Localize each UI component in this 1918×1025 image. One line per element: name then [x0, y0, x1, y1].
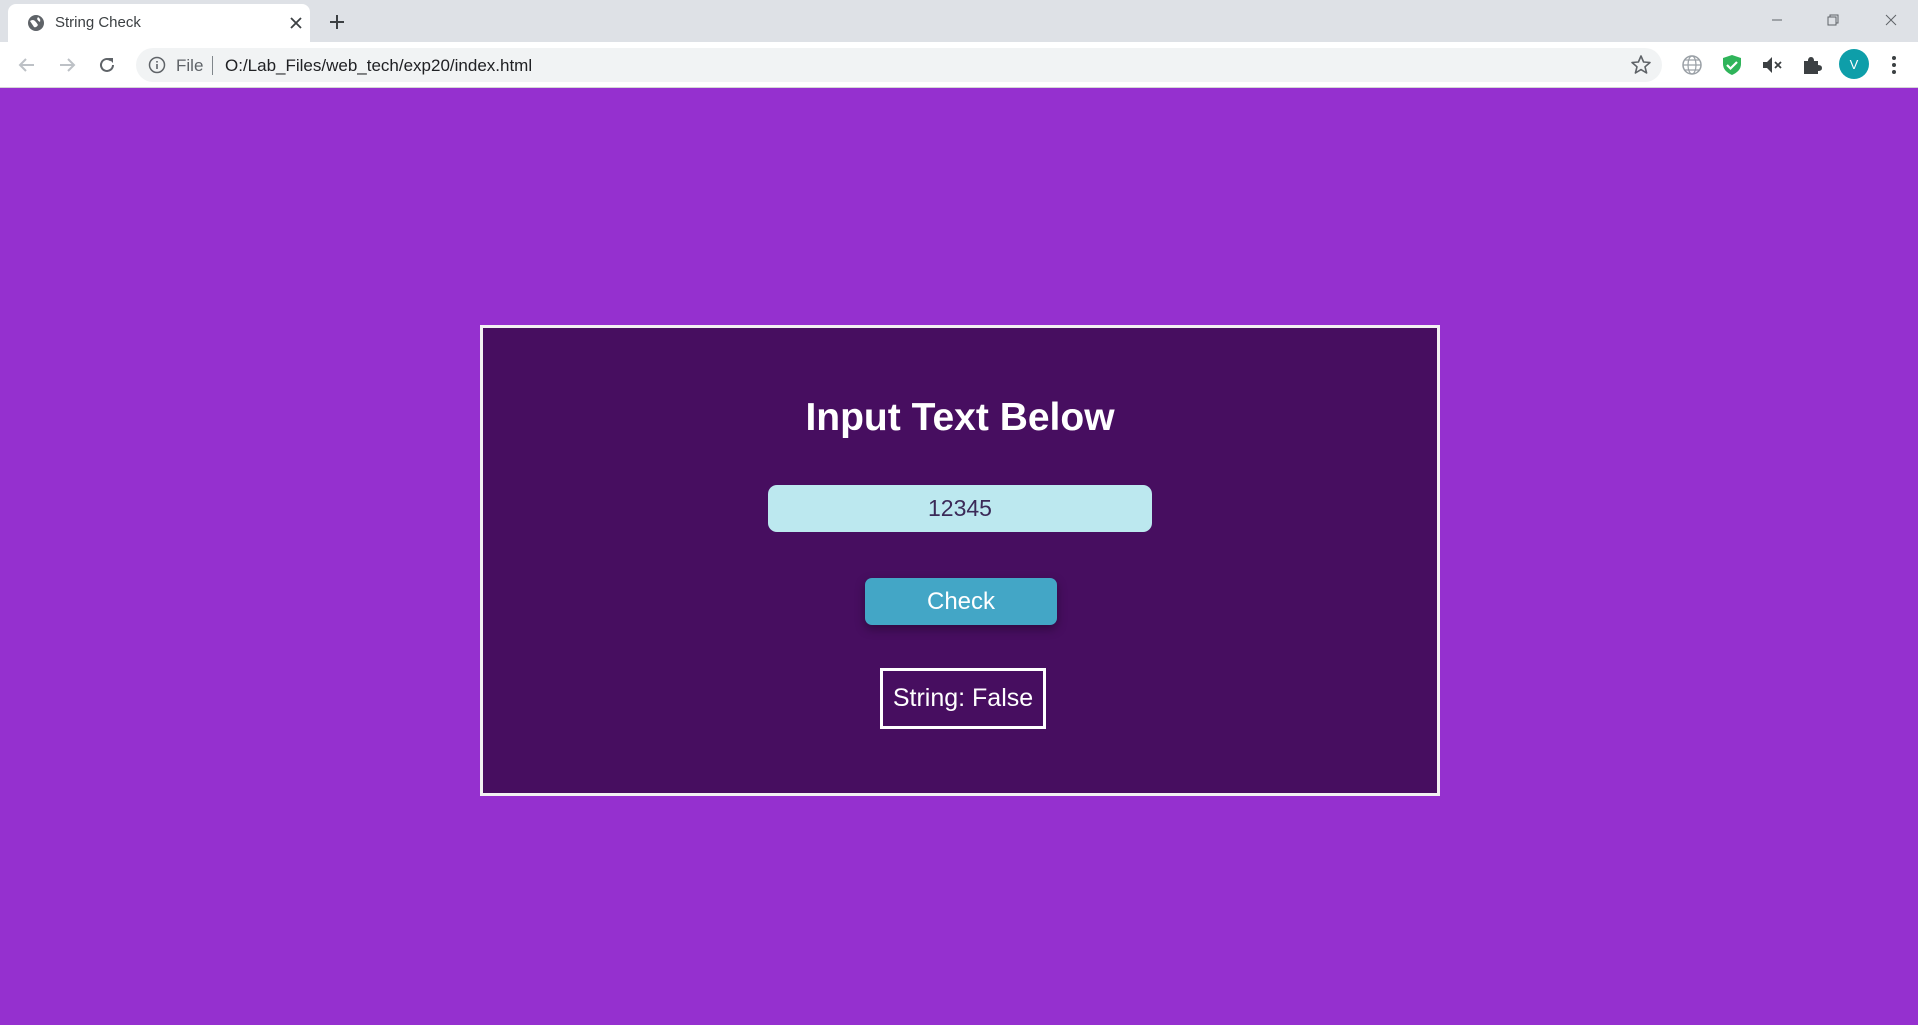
puzzle-icon[interactable]: [1800, 53, 1824, 77]
restore-icon[interactable]: [1810, 6, 1856, 34]
result-box: String: False: [880, 668, 1046, 729]
mute-icon[interactable]: [1760, 53, 1784, 77]
result-text: String: False: [892, 684, 1034, 712]
shield-icon[interactable]: [1720, 53, 1744, 77]
back-icon[interactable]: [13, 51, 41, 79]
browser-tab[interactable]: String Check: [8, 4, 310, 42]
tab-title: String Check: [55, 14, 141, 31]
text-input[interactable]: [768, 485, 1152, 532]
string-check-card: Input Text Below Check String: False: [480, 325, 1440, 796]
reload-icon[interactable]: [93, 51, 121, 79]
info-icon[interactable]: [148, 56, 166, 74]
check-button[interactable]: Check: [865, 578, 1057, 625]
forward-icon[interactable]: [53, 51, 81, 79]
address-divider: [212, 56, 213, 75]
browser-toolbar: File O:/Lab_Files/web_tech/exp20/index.h…: [0, 42, 1918, 88]
translate-icon[interactable]: [1680, 53, 1704, 77]
plus-icon[interactable]: [325, 10, 349, 34]
avatar[interactable]: V: [1839, 49, 1869, 79]
address-bar[interactable]: File O:/Lab_Files/web_tech/exp20/index.h…: [136, 48, 1662, 82]
close-icon[interactable]: [286, 13, 306, 33]
star-icon[interactable]: [1630, 54, 1652, 76]
address-scheme-label: File: [176, 56, 204, 75]
tab-strip: String Check: [0, 0, 1918, 42]
close-window-icon[interactable]: [1868, 6, 1914, 34]
minimize-icon[interactable]: [1754, 6, 1800, 34]
menu-icon[interactable]: [1882, 53, 1906, 77]
globe-icon: [26, 13, 46, 33]
address-url[interactable]: O:/Lab_Files/web_tech/exp20/index.html: [225, 56, 532, 76]
page-title: Input Text Below: [805, 396, 1115, 439]
